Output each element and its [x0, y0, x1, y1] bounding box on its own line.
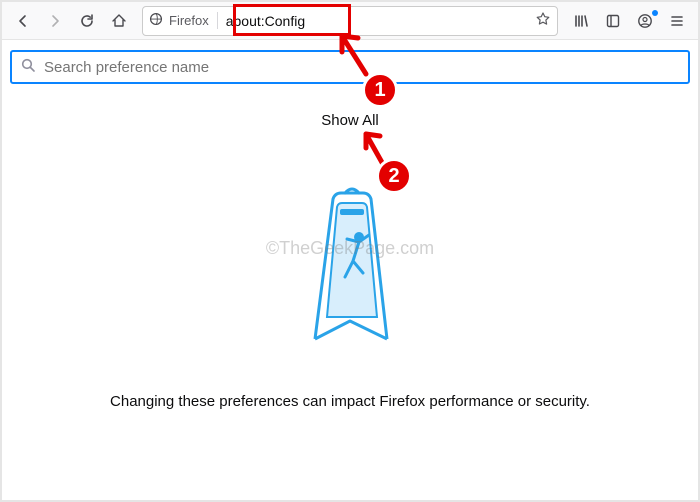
reload-button[interactable] [72, 6, 102, 36]
back-button[interactable] [8, 6, 38, 36]
about-config-content: Show All Changing these preferences can … [2, 40, 698, 410]
warning-caption: Changing these preferences can impact Fi… [10, 393, 690, 410]
browser-toolbar: Firefox about:Config [2, 2, 698, 40]
preference-search-input[interactable] [44, 59, 680, 76]
identity-label: Firefox [169, 13, 209, 28]
library-button[interactable] [566, 6, 596, 36]
identity-box[interactable]: Firefox [149, 12, 218, 29]
preference-search-box[interactable] [10, 50, 690, 84]
firefox-icon [149, 12, 163, 29]
show-all-link[interactable]: Show All [10, 112, 690, 129]
account-button[interactable] [630, 6, 660, 36]
url-bar[interactable]: Firefox about:Config [142, 6, 558, 36]
caution-illustration [10, 179, 690, 349]
forward-button[interactable] [40, 6, 70, 36]
url-text[interactable]: about:Config [218, 13, 535, 29]
sidebar-button[interactable] [598, 6, 628, 36]
notification-dot-icon [652, 10, 658, 16]
search-icon [20, 57, 36, 78]
home-button[interactable] [104, 6, 134, 36]
app-menu-button[interactable] [662, 6, 692, 36]
bookmark-star-icon[interactable] [535, 11, 551, 30]
